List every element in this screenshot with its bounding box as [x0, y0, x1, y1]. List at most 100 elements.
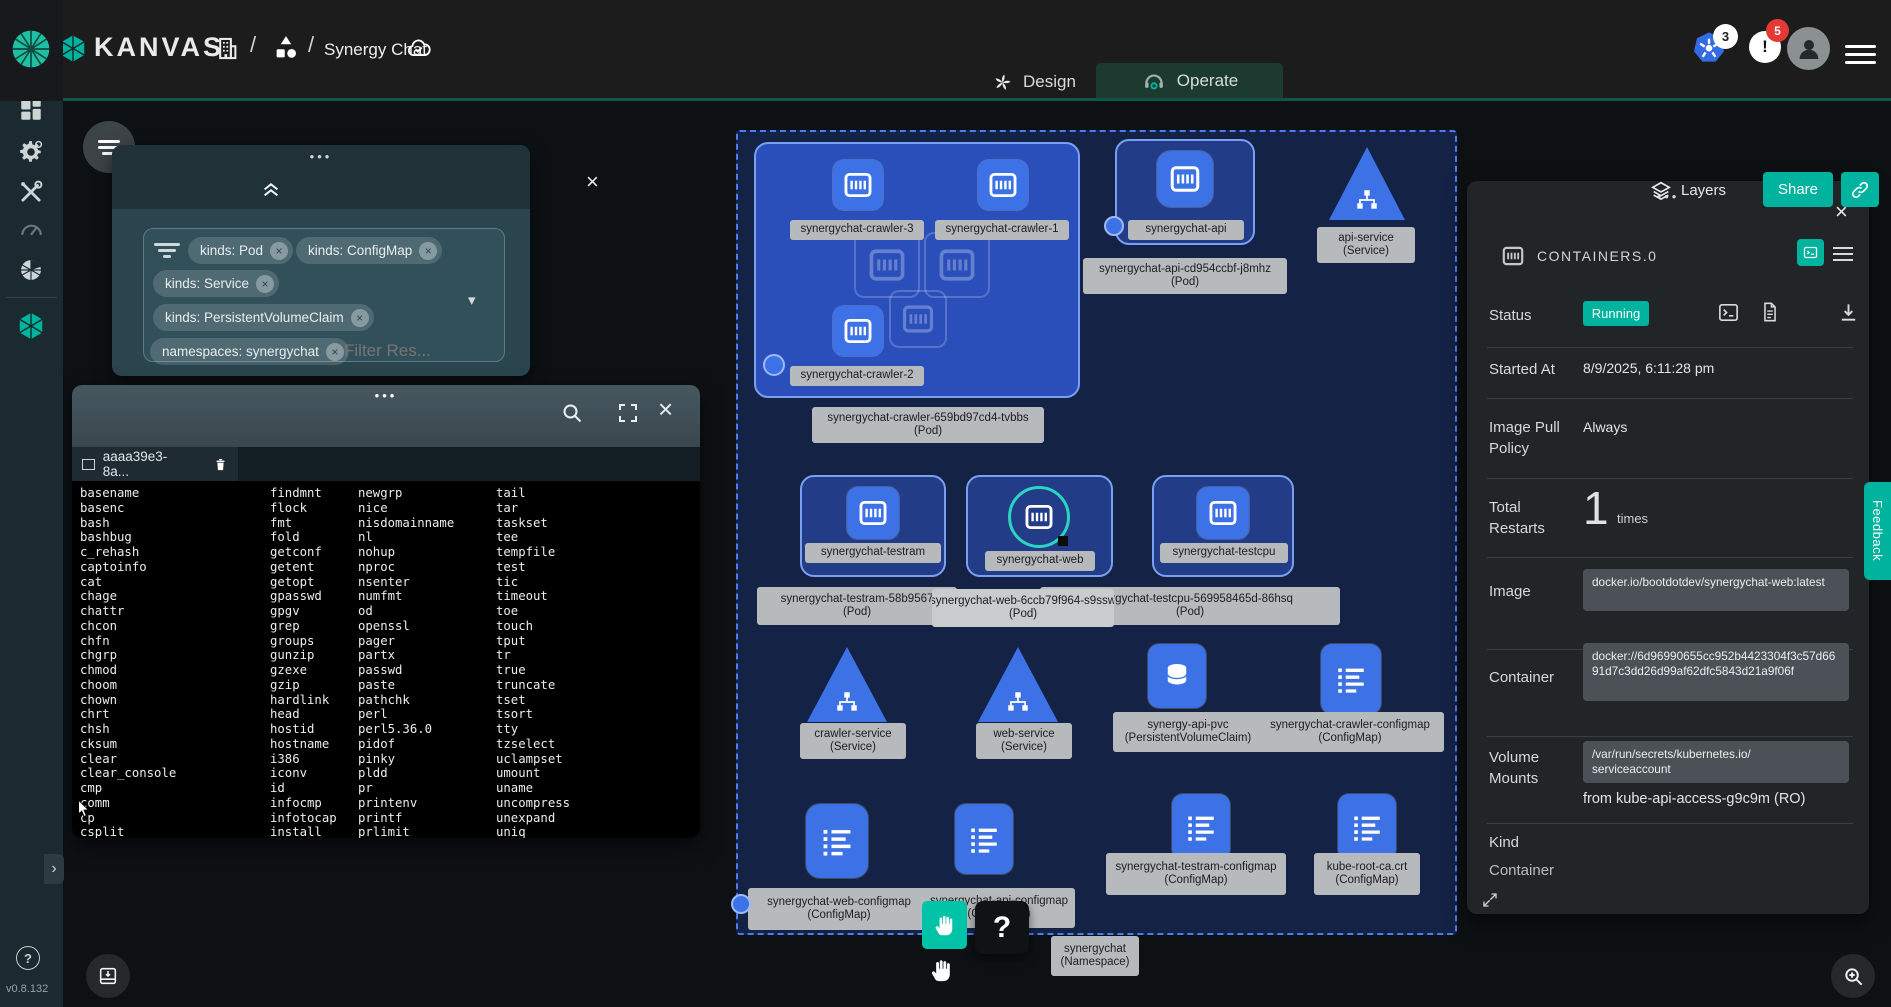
- exec-terminal-icon[interactable]: [1717, 301, 1740, 324]
- breadcrumb-separator: /: [308, 32, 314, 58]
- group-collapse-badge[interactable]: [1104, 216, 1124, 236]
- feedback-tab[interactable]: Feedback: [1864, 482, 1891, 580]
- version-label: v0.8.132: [6, 983, 48, 995]
- share-button[interactable]: Share: [1763, 172, 1833, 207]
- node-pod-crawler-2[interactable]: [833, 306, 883, 356]
- dock-terminal-button[interactable]: [86, 954, 130, 998]
- terminal-column-2: findmnt flock fmt fold getconf getent ge…: [270, 486, 337, 838]
- node-pod-crawler-1[interactable]: [978, 160, 1028, 210]
- remove-chip-icon[interactable]: ×: [256, 275, 274, 293]
- hand-icon: [932, 912, 958, 938]
- fullscreen-icon[interactable]: [616, 401, 640, 425]
- filter-chip-kinds-pod[interactable]: kinds: Pod×: [188, 237, 293, 264]
- node-label-api-pvc: synergy-api-pvc(PersistentVolumeClaim): [1113, 712, 1263, 752]
- remove-chip-icon[interactable]: ×: [270, 242, 288, 260]
- drag-handle-icon[interactable]: •••: [72, 388, 700, 403]
- rail-expand-chevron[interactable]: ›: [44, 854, 64, 884]
- node-configmap-api[interactable]: [955, 804, 1013, 874]
- node-pod-testram[interactable]: [847, 487, 899, 539]
- container-icon: [1167, 161, 1203, 197]
- volume-mounts-value[interactable]: /var/run/secrets/kubernetes.io/ servicea…: [1583, 741, 1849, 783]
- left-rail: › ? v0.8.132: [0, 101, 63, 1007]
- sidebar-item-performance[interactable]: [18, 217, 44, 243]
- list-view-icon[interactable]: [1833, 243, 1853, 265]
- layers-button[interactable]: Layers: [1650, 173, 1726, 208]
- total-restarts-value: 1: [1583, 481, 1609, 535]
- sidebar-item-toolkit[interactable]: [18, 179, 44, 205]
- cloud-saved-icon: [404, 35, 433, 61]
- container-icon: [986, 168, 1020, 202]
- layers-icon: [1650, 180, 1672, 202]
- workspace-icon[interactable]: [271, 31, 301, 65]
- namespace-collapse-badge[interactable]: [731, 894, 751, 914]
- divider: [1487, 736, 1853, 737]
- zoom-search-button[interactable]: [1831, 954, 1875, 998]
- divider: [1487, 478, 1853, 479]
- tab-design[interactable]: Design: [992, 66, 1076, 98]
- search-icon[interactable]: [560, 401, 584, 425]
- drag-handle-icon[interactable]: •••: [112, 149, 530, 164]
- total-restarts-unit: times: [1617, 511, 1648, 526]
- remove-chip-icon[interactable]: ×: [351, 309, 369, 327]
- sidebar-item-settings[interactable]: [18, 139, 44, 165]
- node-configmap-crawler[interactable]: [1321, 644, 1381, 714]
- menu-icon[interactable]: [1845, 40, 1876, 69]
- logs-icon[interactable]: [1759, 300, 1781, 324]
- configmap-icon: [1349, 809, 1385, 845]
- help-button[interactable]: ?: [16, 946, 40, 970]
- filter-chip-kinds-pvc[interactable]: kinds: PersistentVolumeClaim×: [153, 304, 374, 331]
- service-icon: [1354, 187, 1380, 213]
- download-icon[interactable]: [1837, 301, 1860, 324]
- sidebar-item-mesh[interactable]: [17, 256, 45, 284]
- mouse-cursor-icon: [74, 798, 96, 820]
- pan-tool-button[interactable]: [922, 901, 967, 949]
- collapse-icon[interactable]: [260, 177, 282, 199]
- filter-chip-namespace[interactable]: namespaces: synergychat×: [150, 338, 349, 365]
- filter-chip-kinds-service[interactable]: kinds: Service×: [153, 270, 279, 297]
- kind-value: Container: [1489, 862, 1554, 879]
- group-collapse-badge[interactable]: [763, 354, 785, 376]
- sidebar-item-kanvas-active[interactable]: [16, 309, 46, 343]
- help-tool-button[interactable]: ?: [975, 901, 1029, 954]
- node-pod-testcpu[interactable]: [1197, 487, 1249, 539]
- terminal-tab-bar: aaaa39e3-8a...: [72, 447, 700, 481]
- kanvas-app: synergychat-crawler-3 synergychat-crawle…: [0, 0, 1891, 1007]
- terminal-output[interactable]: basename basenc bash bashbug c_rehash ca…: [72, 481, 700, 838]
- tab-operate[interactable]: Operate: [1096, 63, 1283, 98]
- node-pod-api[interactable]: [1157, 151, 1213, 207]
- container-value[interactable]: docker://6d96990655cc952b4423304f3c57d66…: [1583, 643, 1849, 701]
- container-details-button[interactable]: [1797, 239, 1824, 266]
- divider: [1487, 347, 1853, 348]
- node-configmap-kube-root-ca[interactable]: [1338, 794, 1396, 860]
- node-pvc-synergy-api[interactable]: [1148, 644, 1206, 708]
- filter-resources-input[interactable]: [342, 338, 472, 364]
- node-pod-crawler-3[interactable]: [833, 160, 883, 210]
- filter-funnel-icon: [154, 240, 180, 261]
- organization-icon[interactable]: [214, 32, 241, 65]
- selection-handle[interactable]: [1058, 536, 1068, 546]
- filter-panel: ••• × kinds: Pod× kinds: ConfigMap× kind…: [112, 145, 530, 376]
- node-label-api-pod: synergychat-api-cd954ccbf-j8mhz(Pod): [1083, 258, 1287, 294]
- provider-logo-cell[interactable]: [0, 0, 63, 101]
- chevron-down-icon[interactable]: ▾: [468, 291, 476, 309]
- node-label-api-service: api-service(Service): [1317, 227, 1415, 263]
- image-value[interactable]: docker.io/bootdotdev/synergychat-web:lat…: [1583, 569, 1849, 611]
- container-icon: [841, 314, 875, 348]
- node-configmap-testram[interactable]: [1172, 794, 1230, 860]
- avatar[interactable]: [1787, 27, 1830, 70]
- terminal-session-tab[interactable]: aaaa39e3-8a...: [72, 447, 238, 481]
- top-header: KANVAS / / Synergy Chat Design Operate 3…: [0, 0, 1891, 101]
- node-label-namespace: synergychat(Namespace): [1051, 936, 1139, 976]
- panel-title: CONTAINERS.0: [1537, 248, 1657, 264]
- expand-panel-icon[interactable]: [1481, 891, 1499, 909]
- filter-chip-kinds-configmap[interactable]: kinds: ConfigMap×: [296, 237, 442, 264]
- pod-watermark-icon: [889, 290, 947, 348]
- close-icon[interactable]: ×: [586, 171, 599, 193]
- trash-icon[interactable]: [213, 456, 228, 473]
- close-icon[interactable]: ×: [658, 398, 673, 420]
- remove-chip-icon[interactable]: ×: [419, 242, 437, 260]
- copy-link-button[interactable]: [1841, 172, 1879, 207]
- brand-name[interactable]: KANVAS: [94, 32, 224, 63]
- node-configmap-web[interactable]: [806, 804, 868, 878]
- image-label: Image: [1489, 581, 1531, 602]
